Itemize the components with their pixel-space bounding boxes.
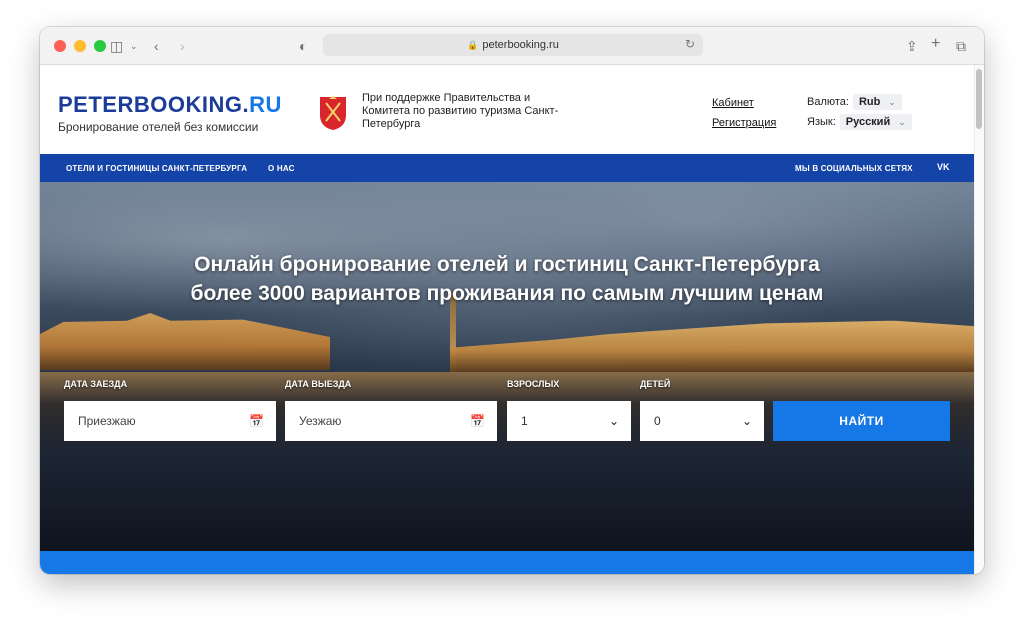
adults-select[interactable]: 1 ⌄ [507, 401, 631, 441]
logo-accent: RU [249, 92, 282, 117]
register-link[interactable]: Регистрация [712, 113, 776, 133]
checkin-label: ДАТА ЗАЕЗДА [64, 379, 128, 389]
calendar-icon: 📅 [470, 414, 485, 428]
account-links: Кабинет Регистрация [712, 93, 776, 133]
search-button[interactable]: НАЙТИ [773, 401, 950, 441]
chevron-down-icon: ⌄ [608, 414, 619, 428]
logo-main: PETERBOOKING. [58, 92, 250, 117]
site-logo[interactable]: PETERBOOKING.RU Бронирование отелей без … [58, 92, 282, 134]
checkin-field[interactable]: Приезжаю 📅 [64, 401, 276, 441]
cabinet-link[interactable]: Кабинет [712, 93, 776, 113]
currency-select[interactable]: Rub ⌄ [852, 94, 902, 110]
calendar-icon: 📅 [249, 414, 264, 428]
web-page: PETERBOOKING.RU Бронирование отелей без … [40, 65, 984, 574]
chevron-down-icon: ⌄ [888, 97, 896, 107]
currency-row: Валюта: Rub ⌄ [807, 92, 912, 112]
chevron-down-icon[interactable]: ⌄ [130, 37, 138, 55]
zoom-window-button[interactable] [94, 39, 106, 52]
window-controls [54, 39, 106, 52]
site-tagline: Бронирование отелей без комиссии [58, 120, 259, 134]
site-header: PETERBOOKING.RU Бронирование отелей без … [40, 65, 974, 154]
close-window-button[interactable] [54, 39, 66, 52]
checkout-placeholder: Уезжаю [299, 414, 342, 428]
browser-window: ◫ ⌄ ‹ › ◐ 🔒 peterbooking.ru ↻ ⇪ + ⧉ PETE… [40, 27, 984, 574]
address-url: peterbooking.ru [482, 39, 559, 51]
tab-overview-icon[interactable]: ⧉ [956, 37, 966, 55]
chevron-down-icon: ⌄ [898, 117, 906, 127]
sidebar-icon[interactable]: ◫ [110, 37, 123, 55]
scrollbar-thumb[interactable] [976, 69, 982, 129]
minimize-window-button[interactable] [74, 39, 86, 52]
language-select[interactable]: Русский ⌄ [839, 114, 912, 130]
page-scrollbar[interactable] [974, 65, 984, 574]
checkout-label: ДАТА ВЫЕЗДА [285, 379, 352, 389]
children-value: 0 [654, 414, 661, 428]
adults-value: 1 [521, 414, 528, 428]
checkin-placeholder: Приезжаю [78, 414, 136, 428]
logo-text: PETERBOOKING.RU [58, 92, 282, 118]
back-icon[interactable]: ‹ [154, 37, 159, 55]
nav-about[interactable]: О НАС [268, 164, 295, 173]
new-tab-icon[interactable]: + [931, 35, 940, 53]
main-nav: ОТЕЛИ И ГОСТИНИЦЫ САНКТ-ПЕТЕРБУРГА О НАС… [40, 154, 974, 182]
hero-banner: Онлайн бронирование отелей и гостиниц Са… [40, 182, 974, 551]
chevron-down-icon: ⌄ [741, 414, 752, 428]
hero-title-line1: Онлайн бронирование отелей и гостиниц Са… [194, 253, 820, 276]
forward-icon[interactable]: › [180, 37, 185, 55]
checkout-field[interactable]: Уезжаю 📅 [285, 401, 497, 441]
reload-icon[interactable]: ↻ [685, 37, 695, 51]
children-select[interactable]: 0 ⌄ [640, 401, 764, 441]
hero-title: Онлайн бронирование отелей и гостиниц Са… [40, 250, 974, 308]
government-support-text: При поддержке Правительства и Комитета п… [362, 92, 559, 130]
language-label: Язык: [807, 116, 836, 128]
lock-icon: 🔒 [467, 39, 479, 50]
share-icon[interactable]: ⇪ [906, 37, 918, 55]
privacy-shield-icon[interactable]: ◐ [299, 37, 307, 55]
currency-value: Rub [858, 96, 881, 108]
vk-icon[interactable]: VK [937, 162, 950, 172]
nav-social[interactable]: МЫ В СОЦИАЛЬНЫХ СЕТЯХ [795, 164, 913, 173]
site-settings: Валюта: Rub ⌄ Язык: Русский ⌄ [807, 92, 912, 132]
language-row: Язык: Русский ⌄ [807, 112, 912, 132]
hero-title-line2: более 3000 вариантов проживания по самым… [190, 282, 824, 305]
coat-of-arms-icon [320, 96, 346, 130]
nav-hotels[interactable]: ОТЕЛИ И ГОСТИНИЦЫ САНКТ-ПЕТЕРБУРГА [66, 164, 247, 173]
adults-label: ВЗРОСЛЫХ [507, 379, 560, 389]
language-value: Русский [845, 116, 891, 128]
browser-toolbar: ◫ ⌄ ‹ › ◐ 🔒 peterbooking.ru ↻ ⇪ + ⧉ [40, 27, 984, 65]
address-bar[interactable]: 🔒 peterbooking.ru ↻ [323, 34, 703, 56]
currency-label: Валюта: [807, 96, 849, 108]
info-strip [40, 551, 974, 574]
children-label: ДЕТЕЙ [640, 379, 671, 389]
